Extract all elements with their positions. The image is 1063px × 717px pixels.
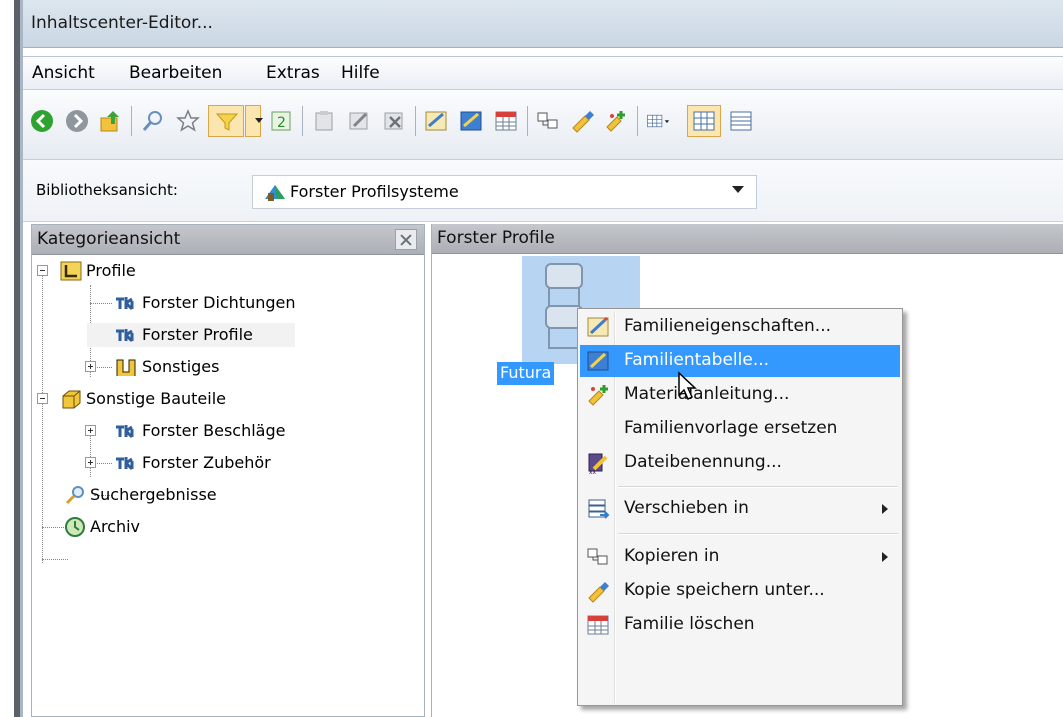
edit-icon[interactable] <box>346 108 372 134</box>
collapse-icon[interactable] <box>37 265 48 276</box>
delete-icon[interactable] <box>381 108 407 134</box>
expand-icon[interactable] <box>85 457 96 468</box>
tree-item-forster-beschlaege[interactable]: Forster Beschläge <box>32 419 412 443</box>
context-menu: Familieneigenschaften... Familientabelle… <box>577 308 903 706</box>
family-panel-header: Forster Profile <box>432 224 1063 254</box>
profile-family-icon <box>114 420 138 442</box>
menu-item-kopieren-in[interactable]: Kopieren in <box>580 541 900 573</box>
submenu-arrow-icon <box>882 552 888 562</box>
save-copy-icon <box>586 579 610 603</box>
up-folder-icon[interactable] <box>98 108 124 134</box>
tree-item-profile[interactable]: Profile <box>32 259 412 283</box>
list-view-icon[interactable] <box>728 108 754 134</box>
menu-extras[interactable]: Extras <box>266 63 320 83</box>
save-copy-icon[interactable] <box>569 108 595 134</box>
svg-text:2: 2 <box>277 115 286 131</box>
family-item-label[interactable]: Futura <box>497 362 555 385</box>
library-dropdown[interactable]: Forster Profilsysteme <box>252 175 757 209</box>
family-panel-title: Forster Profile <box>437 228 555 248</box>
window-frame-edge <box>0 0 23 717</box>
refresh-icon[interactable]: 2 <box>268 108 294 134</box>
back-icon[interactable] <box>29 108 55 134</box>
menu-bearbeiten[interactable]: Bearbeiten <box>129 63 222 83</box>
category-panel-title: Kategorieansicht <box>37 229 181 249</box>
forward-icon[interactable] <box>64 108 90 134</box>
expand-icon[interactable] <box>85 361 96 372</box>
spreadsheet-icon[interactable] <box>493 108 519 134</box>
move-to-icon <box>586 497 610 521</box>
submenu-arrow-icon <box>882 504 888 514</box>
filter-icon[interactable] <box>208 105 244 137</box>
collapse-icon[interactable] <box>37 393 48 404</box>
clipboard-icon[interactable] <box>311 108 337 134</box>
menu-item-familienvorlage-ersetzen[interactable]: Familienvorlage ersetzen <box>580 413 900 445</box>
profile-l-icon <box>59 260 83 282</box>
svg-text:xx: xx <box>589 469 597 475</box>
mouse-cursor-icon <box>678 371 697 401</box>
favorites-star-icon[interactable] <box>175 108 201 134</box>
library-value: Forster Profilsysteme <box>290 182 459 201</box>
chevron-down-icon[interactable] <box>732 186 744 193</box>
material-guide-icon <box>586 383 610 407</box>
toolbar: 2 <box>23 90 1063 160</box>
details-view-icon[interactable] <box>687 105 721 137</box>
profile-family-icon <box>114 452 138 474</box>
menu-item-verschieben-in[interactable]: Verschieben in <box>580 493 900 525</box>
content-center-editor-window: Inhaltscenter-Editor... Ansicht Bearbeit… <box>23 0 1063 717</box>
library-bar: Bibliotheksansicht: Forster Profilsystem… <box>23 160 1063 222</box>
part-box-icon <box>59 388 83 410</box>
menu-hilfe[interactable]: Hilfe <box>341 63 380 83</box>
tree-item-forster-zubehoer[interactable]: Forster Zubehör <box>32 451 412 475</box>
search-icon <box>63 484 87 506</box>
profile-u-icon <box>114 356 138 378</box>
profile-family-icon <box>114 292 138 314</box>
search-icon[interactable] <box>140 108 166 134</box>
family-properties-icon <box>586 315 610 339</box>
menu-item-familientabelle[interactable]: Familientabelle... <box>580 345 900 377</box>
menu-bar: Ansicht Bearbeiten Extras Hilfe <box>23 56 1063 90</box>
title-bar[interactable]: Inhaltscenter-Editor... <box>23 0 1063 48</box>
filter-dropdown-icon[interactable] <box>245 105 263 137</box>
expand-icon[interactable] <box>85 425 96 436</box>
copy-to-icon[interactable] <box>535 108 561 134</box>
menu-item-familie-loeschen[interactable]: Familie löschen <box>580 609 900 641</box>
tree-item-forster-profile[interactable]: Forster Profile <box>32 323 412 347</box>
family-table-icon <box>586 349 610 373</box>
profile-family-icon <box>114 324 138 346</box>
menu-item-materialanleitung[interactable]: Materialanleitung... <box>580 379 900 411</box>
tree-item-sonstiges[interactable]: Sonstiges <box>32 355 412 379</box>
close-icon[interactable] <box>395 229 417 250</box>
menu-ansicht[interactable]: Ansicht <box>32 63 95 83</box>
family-table-icon[interactable] <box>458 108 484 134</box>
category-view-panel: Kategorieansicht Profile Forster Dichtun… <box>31 224 425 717</box>
library-icon <box>263 181 287 203</box>
copy-to-icon <box>586 545 610 569</box>
menu-item-familieneigenschaften[interactable]: Familieneigenschaften... <box>580 311 900 343</box>
window-title: Inhaltscenter-Editor... <box>31 13 213 33</box>
tree-item-suchergebnisse[interactable]: Suchergebnisse <box>32 483 412 507</box>
menu-item-dateibenennung[interactable]: xx Dateibenennung... <box>580 447 900 479</box>
library-label: Bibliotheksansicht: <box>36 181 178 199</box>
delete-family-icon <box>586 613 610 637</box>
family-properties-icon[interactable] <box>423 108 449 134</box>
menu-item-kopie-speichern-unter[interactable]: Kopie speichern unter... <box>580 575 900 607</box>
tree-item-archiv[interactable]: Archiv <box>32 515 412 539</box>
material-guide-icon[interactable] <box>603 108 629 134</box>
archive-icon <box>63 516 87 538</box>
tree-item-sonstige-bauteile[interactable]: Sonstige Bauteile <box>32 387 412 411</box>
tree-item-forster-dichtungen[interactable]: Forster Dichtungen <box>32 291 412 315</box>
view-mode-icon[interactable] <box>646 108 682 134</box>
category-panel-header: Kategorieansicht <box>32 225 424 255</box>
file-naming-icon: xx <box>586 451 610 475</box>
